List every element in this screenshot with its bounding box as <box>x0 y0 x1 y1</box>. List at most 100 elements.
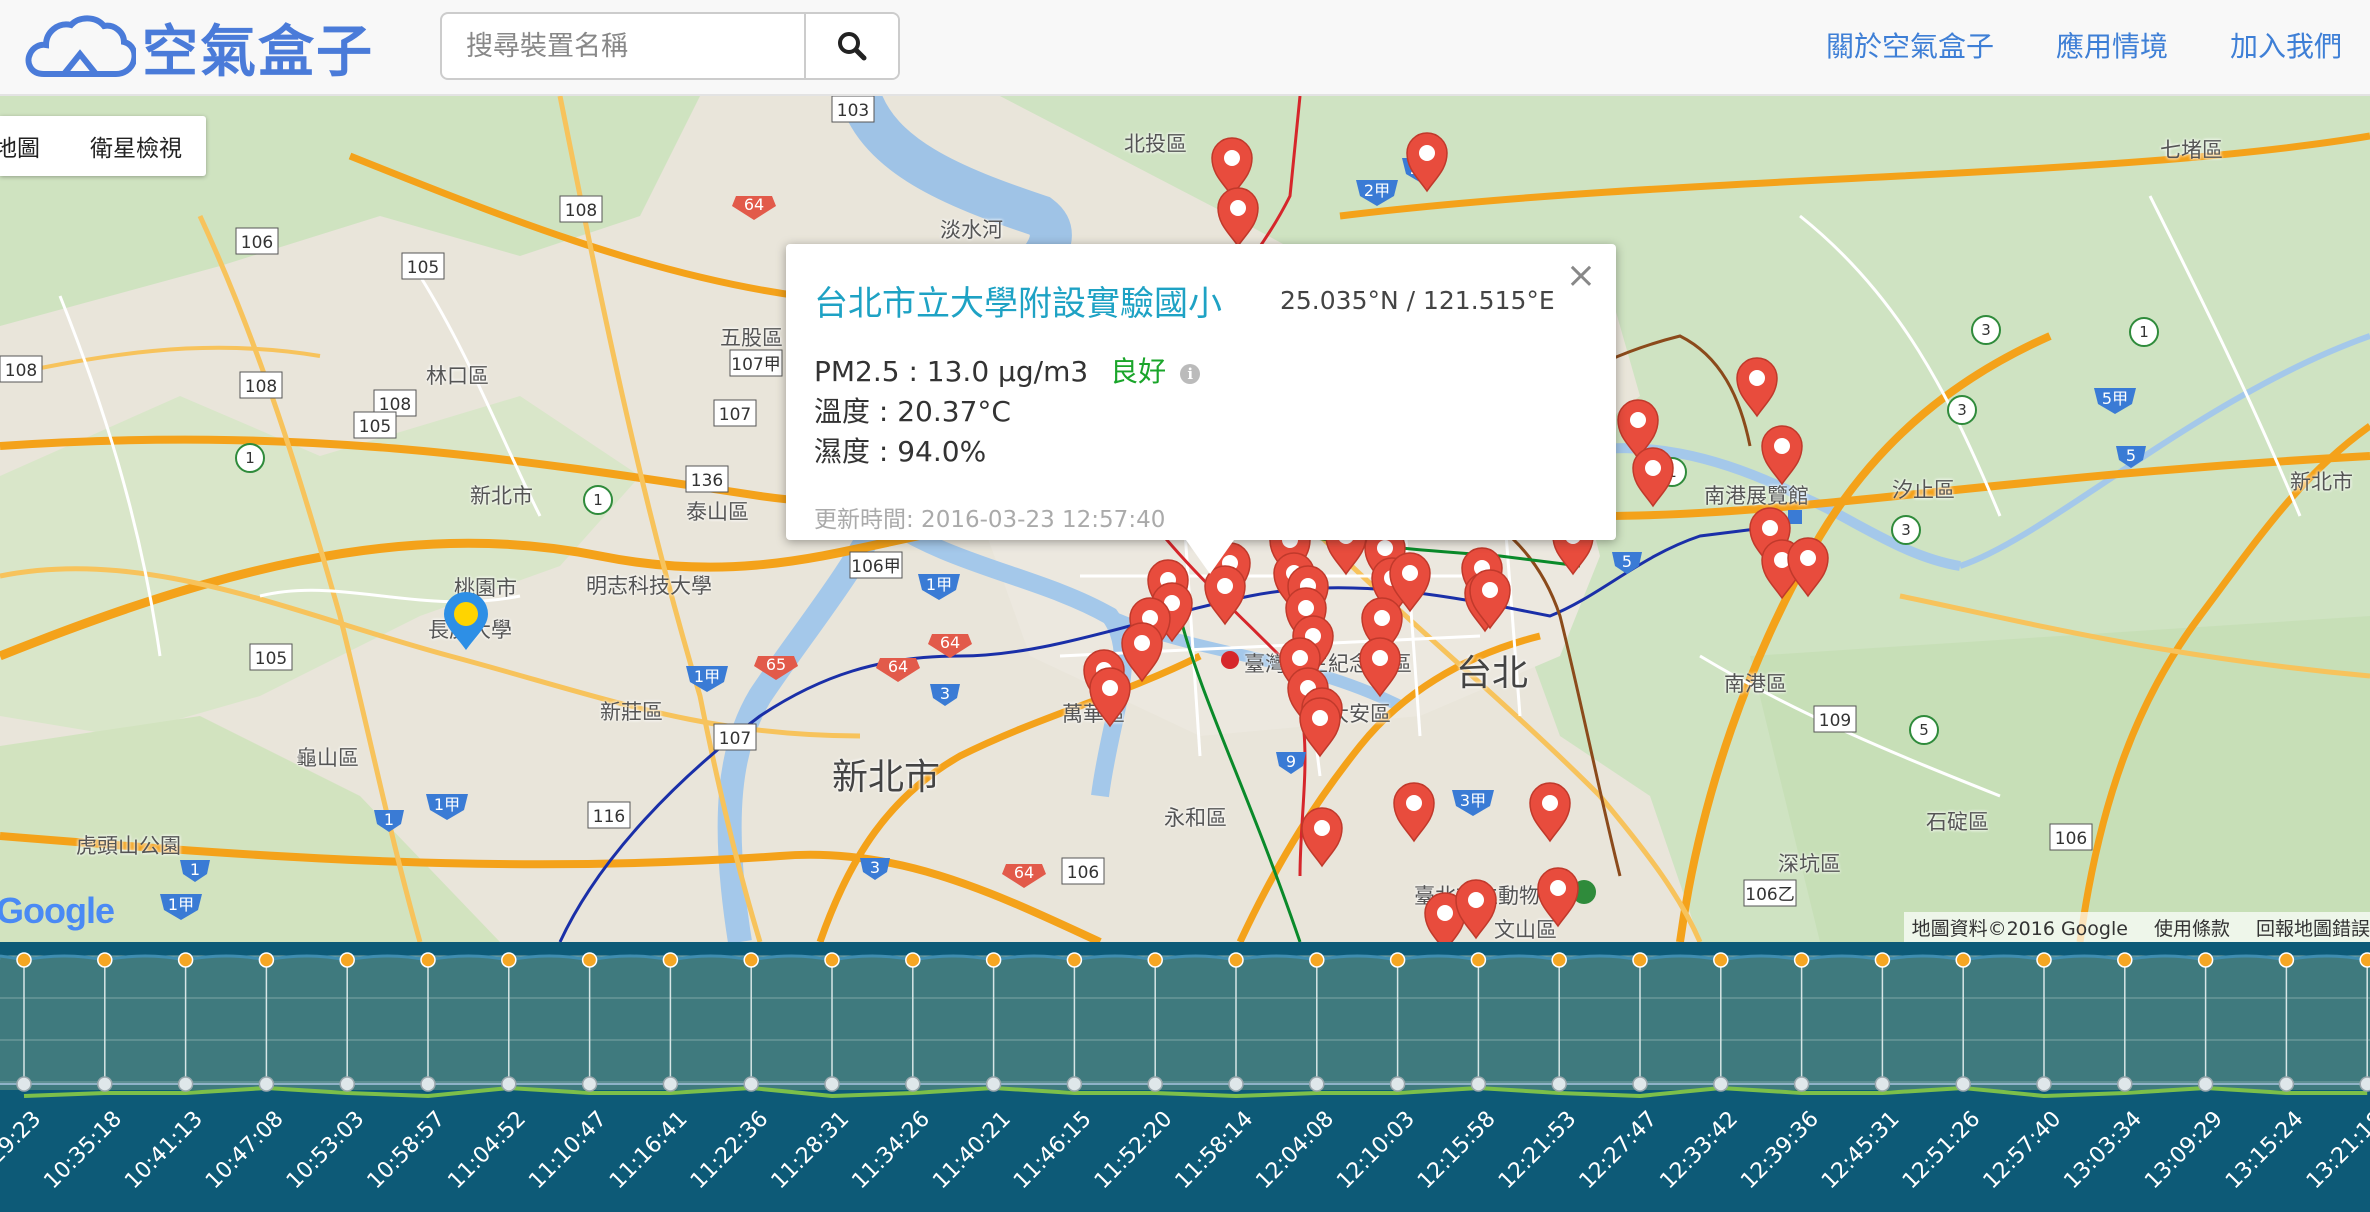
timeline-pm25-point[interactable] <box>1066 952 1083 968</box>
timeline-humidity-point[interactable] <box>2036 1076 2052 1092</box>
timeline-humidity-point[interactable] <box>501 1076 517 1092</box>
timeline-humidity-point[interactable] <box>1470 1076 1487 1092</box>
sensor-marker[interactable] <box>1217 187 1259 248</box>
timeline-pm25-point[interactable] <box>501 952 517 968</box>
timeline-humidity-point[interactable] <box>2278 1076 2295 1092</box>
timeline-humidity-point[interactable] <box>1955 1076 1971 1092</box>
search-button[interactable] <box>804 14 898 78</box>
sensor-marker[interactable] <box>1393 782 1435 843</box>
timeline-pm25-point[interactable] <box>662 952 679 968</box>
timeline-pm25-point[interactable] <box>1470 952 1487 968</box>
selected-location-marker[interactable] <box>440 592 492 652</box>
timeline-humidity-point[interactable] <box>177 1076 194 1092</box>
timeline-pm25-point[interactable] <box>97 952 113 968</box>
timeline-humidity-point[interactable] <box>1389 1076 1406 1092</box>
map-type-satellite-button[interactable]: 衛星檢視 <box>58 129 206 163</box>
timeline-humidity-point[interactable] <box>743 1076 759 1092</box>
timeline-pm25-point[interactable] <box>2117 952 2133 968</box>
timeline-pm25-point[interactable] <box>2036 952 2052 968</box>
updated-time: 更新時間: 2016-03-23 12:57:40 <box>814 507 1166 533</box>
timeline-humidity-point[interactable] <box>1147 1076 1163 1092</box>
timeline-pm25-point[interactable] <box>420 952 436 968</box>
info-icon[interactable]: i <box>1180 364 1201 384</box>
timeline-pm25-point[interactable] <box>2197 952 2214 968</box>
timeline-pm25-point[interactable] <box>16 952 32 968</box>
map-canvas[interactable]: 103 108 106 105 108 108 108 105 107甲 107… <box>0 96 2370 942</box>
timeline-pm25-point[interactable] <box>1793 952 1810 968</box>
sensor-marker[interactable] <box>1761 425 1803 486</box>
timeline-humidity-point[interactable] <box>1793 1076 1810 1092</box>
timeline-pm25-point[interactable] <box>905 952 921 968</box>
timeline-humidity-point[interactable] <box>1874 1076 1891 1092</box>
timeline-pm25-point[interactable] <box>1309 952 1325 968</box>
timeline-chart[interactable]: 10:29:23 10:35:18 10:41:13 10:47:08 10:53:03… <box>0 942 2370 1212</box>
timeline-humidity-point[interactable] <box>1713 1076 1729 1092</box>
sensor-marker[interactable] <box>1455 879 1497 940</box>
timeline-time-label: 13:15:24 <box>2221 1107 2309 1195</box>
timeline-pm25-point[interactable] <box>258 952 275 968</box>
timeline-pm25-point[interactable] <box>1147 952 1163 968</box>
timeline-pm25-point[interactable] <box>177 952 194 968</box>
timeline-humidity-point[interactable] <box>16 1076 32 1092</box>
timeline-pm25-point[interactable] <box>2278 952 2295 968</box>
timeline-humidity-point[interactable] <box>985 1076 1002 1092</box>
timeline-time-label: 13:03:34 <box>2059 1107 2147 1195</box>
sensor-marker[interactable] <box>1632 447 1674 508</box>
timeline-pm25-point[interactable] <box>824 952 840 968</box>
timeline-pm25-point[interactable] <box>1713 952 1729 968</box>
timeline-humidity-point[interactable] <box>2197 1076 2214 1092</box>
timeline-time-label: 11:16:41 <box>605 1107 693 1195</box>
timeline-humidity-point[interactable] <box>905 1076 921 1092</box>
timeline-humidity-point[interactable] <box>339 1076 355 1092</box>
timeline-time-label: 12:33:42 <box>1655 1107 1743 1195</box>
timeline-pm25-point[interactable] <box>1228 952 1244 968</box>
timeline-humidity-point[interactable] <box>581 1076 598 1092</box>
sensor-marker[interactable] <box>1211 137 1253 198</box>
timeline-pm25-point[interactable] <box>2359 952 2370 968</box>
timeline-pm25-point[interactable] <box>581 952 598 968</box>
sensor-marker[interactable] <box>1359 637 1401 698</box>
close-icon[interactable]: × <box>1566 258 1596 294</box>
timeline-pm25-point[interactable] <box>1389 952 1406 968</box>
sensor-marker[interactable] <box>1301 807 1343 868</box>
sensor-marker[interactable] <box>1406 132 1448 193</box>
search-icon <box>838 32 867 61</box>
sensor-marker[interactable] <box>1299 697 1341 758</box>
sensor-marker[interactable] <box>1121 622 1163 683</box>
terms-link[interactable]: 使用條款 <box>2154 914 2230 941</box>
timeline-humidity-point[interactable] <box>97 1076 113 1092</box>
timeline-pm25-point[interactable] <box>1551 952 1567 968</box>
map-type-map-button[interactable]: 地圖 <box>0 129 58 163</box>
sensor-marker[interactable] <box>1787 537 1829 598</box>
sensor-marker[interactable] <box>1736 357 1778 418</box>
timeline-pm25-point[interactable] <box>985 952 1002 968</box>
timeline-humidity-point[interactable] <box>1228 1076 1244 1092</box>
timeline-humidity-point[interactable] <box>258 1076 275 1092</box>
timeline-humidity-point[interactable] <box>1551 1076 1567 1092</box>
timeline-humidity-point[interactable] <box>662 1076 679 1092</box>
nav-scenarios[interactable]: 應用情境 <box>2056 25 2168 65</box>
timeline-pm25-point[interactable] <box>743 952 759 968</box>
timeline-humidity-point[interactable] <box>1066 1076 1083 1092</box>
sensor-marker[interactable] <box>1529 782 1571 843</box>
sensor-marker[interactable] <box>1089 667 1131 728</box>
sensor-marker[interactable] <box>1204 565 1246 626</box>
timeline-humidity-point[interactable] <box>824 1076 840 1092</box>
timeline-humidity-point[interactable] <box>420 1076 436 1092</box>
timeline-humidity-point[interactable] <box>1632 1076 1648 1092</box>
timeline-pm25-point[interactable] <box>1874 952 1891 968</box>
timeline-pm25-point[interactable] <box>1632 952 1648 968</box>
device-search-input[interactable] <box>442 14 808 78</box>
timeline-humidity-point[interactable] <box>1309 1076 1325 1092</box>
timeline-humidity-point[interactable] <box>2117 1076 2133 1092</box>
timeline-time-label: 12:10:03 <box>1332 1107 1420 1195</box>
report-error-link[interactable]: 回報地圖錯誤 <box>2256 914 2370 941</box>
site-logo[interactable]: 空氣盒子 <box>24 14 374 85</box>
timeline-time-label: 11:22:36 <box>686 1107 774 1195</box>
timeline-pm25-point[interactable] <box>339 952 355 968</box>
timeline-humidity-point[interactable] <box>2359 1076 2370 1092</box>
sensor-marker[interactable] <box>1537 867 1579 928</box>
nav-join[interactable]: 加入我們 <box>2230 25 2342 65</box>
timeline-pm25-point[interactable] <box>1955 952 1971 968</box>
nav-about[interactable]: 關於空氣盒子 <box>1826 25 1994 65</box>
